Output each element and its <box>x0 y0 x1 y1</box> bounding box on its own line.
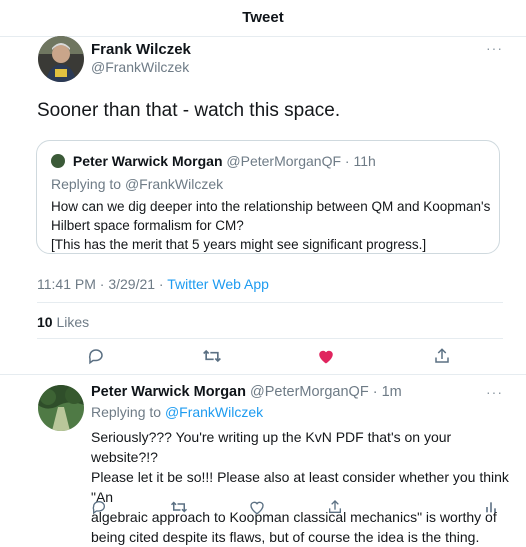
quote-body: How can we dig deeper into the relations… <box>51 197 491 254</box>
quote-replying-to: Replying to @FrankWilczek <box>51 176 223 192</box>
retweet-icon[interactable] <box>202 346 222 366</box>
divider <box>37 302 503 303</box>
likes-count[interactable]: 10 Likes <box>37 314 89 330</box>
like-icon-filled[interactable] <box>316 346 336 366</box>
reply-body: Seriously??? You're writing up the KvN P… <box>91 427 511 547</box>
ellipsis-icon[interactable]: ··· <box>486 40 503 56</box>
reply-time: · 1m <box>372 384 402 400</box>
reply-author-avatar[interactable] <box>38 385 84 431</box>
likes-number: 10 <box>37 314 53 330</box>
like-icon[interactable] <box>248 498 266 516</box>
quote-line: [This has the merit that 5 years might s… <box>51 237 427 252</box>
retweet-icon[interactable] <box>170 498 188 516</box>
quote-line: Hilbert space formalism for CM? <box>51 218 244 233</box>
reply-author-handle[interactable]: @PeterMorganQF <box>250 384 369 400</box>
quote-replying-handle[interactable]: @FrankWilczek <box>125 176 223 192</box>
quote-replying-prefix: Replying to <box>51 176 125 192</box>
ellipsis-icon[interactable]: ··· <box>486 384 503 400</box>
top-bar: Tweet <box>0 0 526 37</box>
quote-time: · 11h <box>344 153 376 169</box>
reply-actions <box>0 496 526 518</box>
tweet-source[interactable]: Twitter Web App <box>167 276 269 292</box>
quote-avatar[interactable] <box>51 154 65 168</box>
quote-line: How can we dig deeper into the relations… <box>51 199 491 214</box>
reply-icon[interactable] <box>86 346 106 366</box>
quote-author-handle[interactable]: @PeterMorganQF <box>226 153 341 169</box>
page-title: Tweet <box>242 8 284 26</box>
tweet-actions <box>0 340 526 372</box>
quote-author-name[interactable]: Peter Warwick Morgan <box>73 153 223 169</box>
tweet-text: Sooner than that - watch this space. <box>37 100 341 121</box>
divider <box>37 338 503 339</box>
quoted-tweet[interactable]: Peter Warwick Morgan @PeterMorganQF · 11… <box>36 140 500 254</box>
analytics-icon[interactable] <box>482 498 500 516</box>
tweet-timestamp[interactable]: 11:41 PM · 3/29/21 · <box>37 276 167 292</box>
share-icon[interactable] <box>432 346 452 366</box>
reply-replying-prefix: Replying to <box>91 404 165 420</box>
divider <box>0 374 526 375</box>
reply-line: Seriously??? You're writing up the KvN P… <box>91 429 452 465</box>
share-icon[interactable] <box>326 498 344 516</box>
author-avatar[interactable] <box>38 36 84 82</box>
reply-replying-to: Replying to @FrankWilczek <box>91 404 263 420</box>
reply-line: being cited despite its flaws, but of co… <box>91 529 480 545</box>
author-handle[interactable]: @FrankWilczek <box>91 59 189 75</box>
reply-header: Peter Warwick Morgan @PeterMorganQF · 1m <box>91 384 402 400</box>
reply-author-name[interactable]: Peter Warwick Morgan <box>91 384 246 400</box>
author-name[interactable]: Frank Wilczek <box>91 41 191 58</box>
reply-icon[interactable] <box>90 498 108 516</box>
tweet-meta: 11:41 PM · 3/29/21 · Twitter Web App <box>37 276 269 292</box>
quote-header: Peter Warwick Morgan @PeterMorganQF · 11… <box>51 153 376 169</box>
likes-label: Likes <box>56 314 90 330</box>
reply-replying-handle[interactable]: @FrankWilczek <box>165 404 263 420</box>
